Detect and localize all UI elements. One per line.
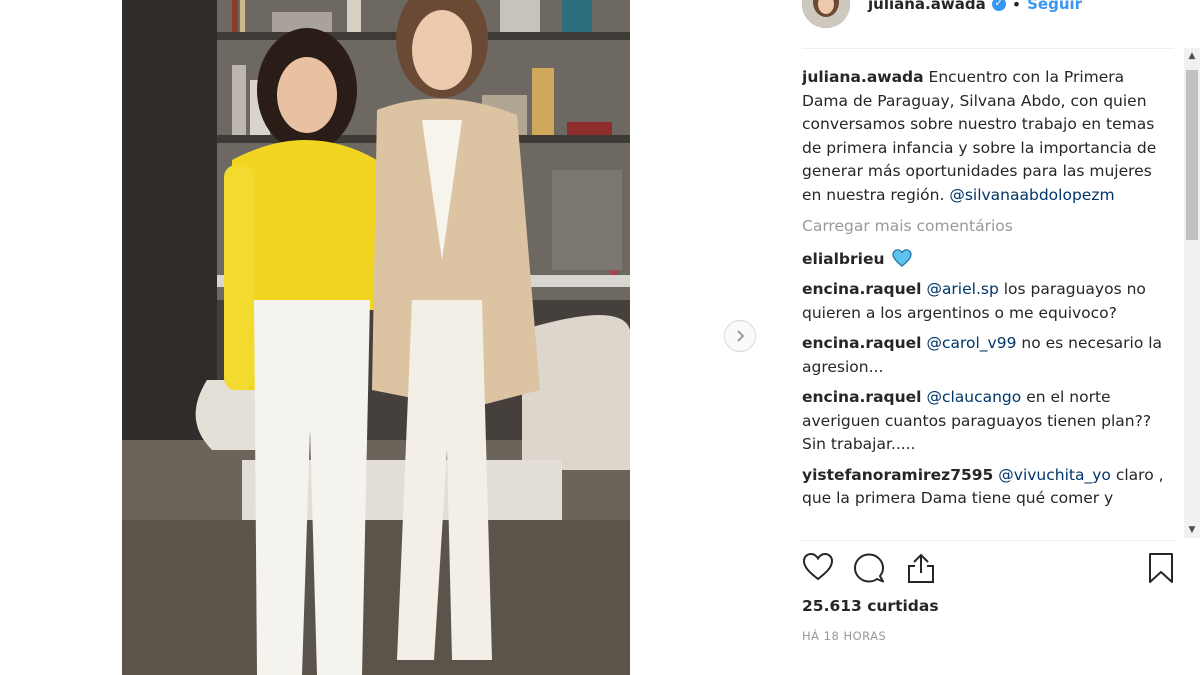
likes-count[interactable]: 25.613 curtidas xyxy=(802,597,939,615)
scrollbar-thumb[interactable] xyxy=(1186,70,1198,240)
comment-bubble-icon[interactable] xyxy=(853,552,885,584)
header-divider xyxy=(802,48,1174,49)
comment-mention[interactable]: @claucango xyxy=(926,388,1021,406)
avatar-image xyxy=(802,0,850,28)
comment-mention[interactable]: @carol_v99 xyxy=(926,334,1016,352)
comment-username[interactable]: encina.raquel xyxy=(802,280,922,298)
heart-icon[interactable] xyxy=(802,552,834,582)
comment-username[interactable]: elialbrieu xyxy=(802,250,885,268)
follow-button[interactable]: Seguir xyxy=(1027,0,1082,13)
comment-mention[interactable]: @vivuchita_yo xyxy=(998,466,1111,484)
caption-username[interactable]: juliana.awada xyxy=(802,68,924,86)
comments-scrollbar[interactable]: ▲ ▼ xyxy=(1184,48,1200,538)
blue-heart-icon xyxy=(892,248,913,267)
comment-item: elialbrieu xyxy=(802,248,1174,272)
post-header: juliana.awada ✓ • Seguir xyxy=(802,0,1082,28)
next-photo-button[interactable] xyxy=(724,320,756,352)
post-panel: juliana.awada ✓ • Seguir juliana.awada E… xyxy=(802,0,1182,675)
post-caption: juliana.awada Encuentro con la Primera D… xyxy=(802,66,1174,207)
comment-item: yistefanoramirez7595 @vivuchita_yo claro… xyxy=(802,464,1174,511)
scroll-down-arrow-icon[interactable]: ▼ xyxy=(1184,522,1200,538)
caption-text: Encuentro con la Primera Dama de Paragua… xyxy=(802,68,1157,204)
comments-list[interactable]: juliana.awada Encuentro con la Primera D… xyxy=(802,66,1174,538)
share-icon[interactable] xyxy=(905,552,937,584)
comment-item: encina.raquel @carol_v99 no es necesario… xyxy=(802,332,1174,379)
verified-badge-icon: ✓ xyxy=(991,0,1006,11)
bookmark-icon[interactable] xyxy=(1148,552,1174,584)
header-username[interactable]: juliana.awada xyxy=(868,0,986,13)
comment-username[interactable]: yistefanoramirez7595 xyxy=(802,466,993,484)
header-separator: • xyxy=(1011,0,1022,14)
action-bar xyxy=(802,552,1174,586)
comment-mention[interactable]: @ariel.sp xyxy=(926,280,998,298)
load-more-comments[interactable]: Carregar mais comentários xyxy=(802,215,1174,239)
post-timestamp: HÁ 18 HORAS xyxy=(802,629,887,643)
post-photo[interactable] xyxy=(122,0,630,675)
comment-username[interactable]: encina.raquel xyxy=(802,334,922,352)
caption-mention[interactable]: @silvanaabdolopezm xyxy=(949,186,1114,204)
scroll-up-arrow-icon[interactable]: ▲ xyxy=(1184,48,1200,64)
avatar[interactable] xyxy=(802,0,850,28)
comment-username[interactable]: encina.raquel xyxy=(802,388,922,406)
comment-item: encina.raquel @claucango en el norte ave… xyxy=(802,386,1174,457)
chevron-right-icon xyxy=(737,330,745,342)
comment-item: encina.raquel @ariel.sp los paraguayos n… xyxy=(802,278,1174,325)
post-image xyxy=(122,0,630,675)
actions-divider xyxy=(802,540,1174,541)
